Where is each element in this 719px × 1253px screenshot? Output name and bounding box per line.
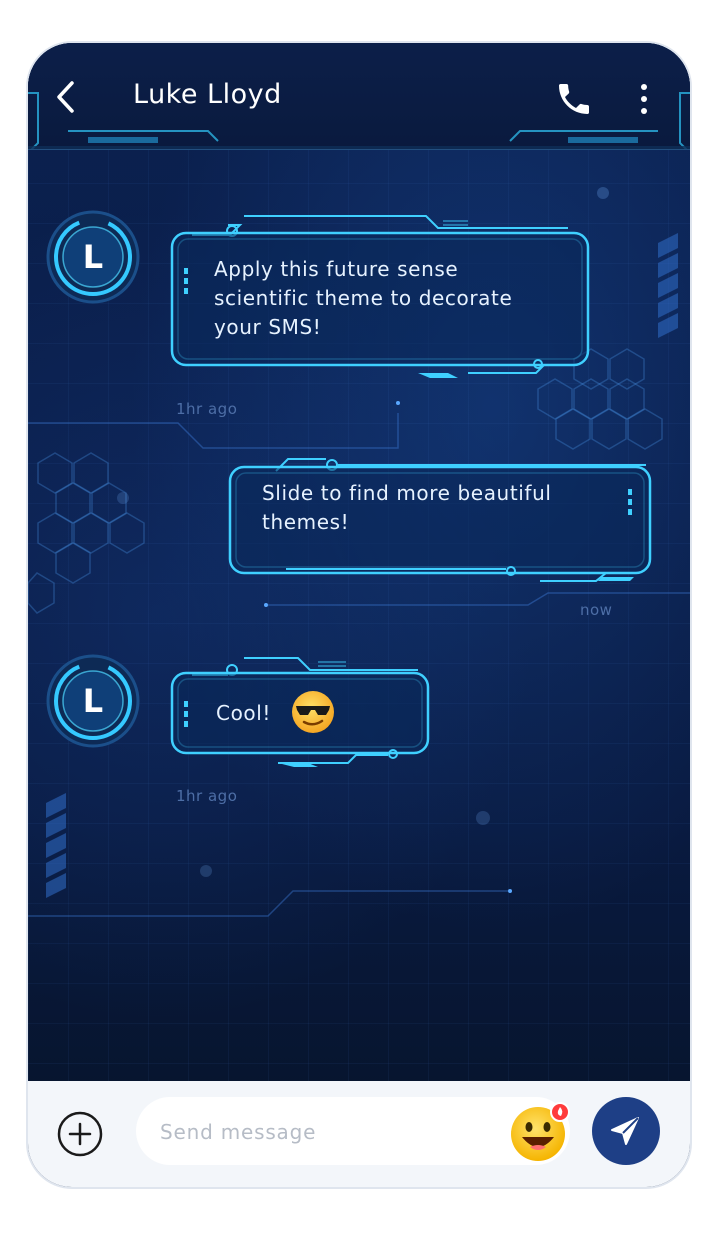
chevron-left-icon	[57, 81, 74, 113]
contact-avatar[interactable]: L	[44, 652, 142, 750]
message-timestamp: now	[580, 601, 613, 619]
message-text: Apply this future sense scientific theme…	[214, 255, 584, 342]
avatar-initial: L	[82, 238, 104, 276]
phone-icon	[559, 84, 589, 114]
message-timestamp: 1hr ago	[176, 787, 238, 805]
more-options-button[interactable]	[634, 79, 654, 119]
call-button[interactable]	[554, 79, 594, 119]
send-icon	[611, 1117, 639, 1145]
message-timestamp: 1hr ago	[176, 400, 238, 418]
avatar-initial: L	[82, 682, 104, 720]
compose-bar	[28, 1081, 690, 1187]
emoji-face-icon	[511, 1102, 570, 1161]
contact-name: Luke Lloyd	[133, 79, 282, 110]
message-field	[136, 1097, 570, 1165]
message-line: your SMS!	[214, 315, 322, 339]
contact-avatar[interactable]: L	[44, 208, 142, 306]
message-text: Slide to find more beautiful themes!	[262, 479, 622, 537]
send-button[interactable]	[592, 1097, 660, 1165]
message-bubble-incoming[interactable]: Cool!	[168, 655, 438, 775]
message-input[interactable]	[158, 1115, 492, 1149]
add-attachment-button[interactable]	[56, 1110, 104, 1158]
message-bubble-outgoing[interactable]: Slide to find more beautiful themes!	[226, 451, 656, 601]
chat-header: Luke Lloyd	[28, 43, 690, 150]
message-text: Cool!	[216, 701, 272, 725]
message-line: Slide to find more beautiful	[262, 481, 552, 505]
phone-frame: Luke Lloyd L Apply this future sense sci…	[28, 43, 690, 1187]
back-button[interactable]	[50, 77, 84, 117]
sunglasses-emoji-icon	[292, 691, 334, 733]
message-line: themes!	[262, 510, 350, 534]
emoji-button[interactable]	[510, 1101, 572, 1163]
message-line: scientific theme to decorate	[214, 286, 513, 310]
plus-circle-icon	[57, 1111, 103, 1157]
message-line: Apply this future sense	[214, 257, 459, 281]
message-bubble-incoming[interactable]: Apply this future sense scientific theme…	[168, 213, 598, 383]
more-vertical-icon	[641, 84, 647, 114]
